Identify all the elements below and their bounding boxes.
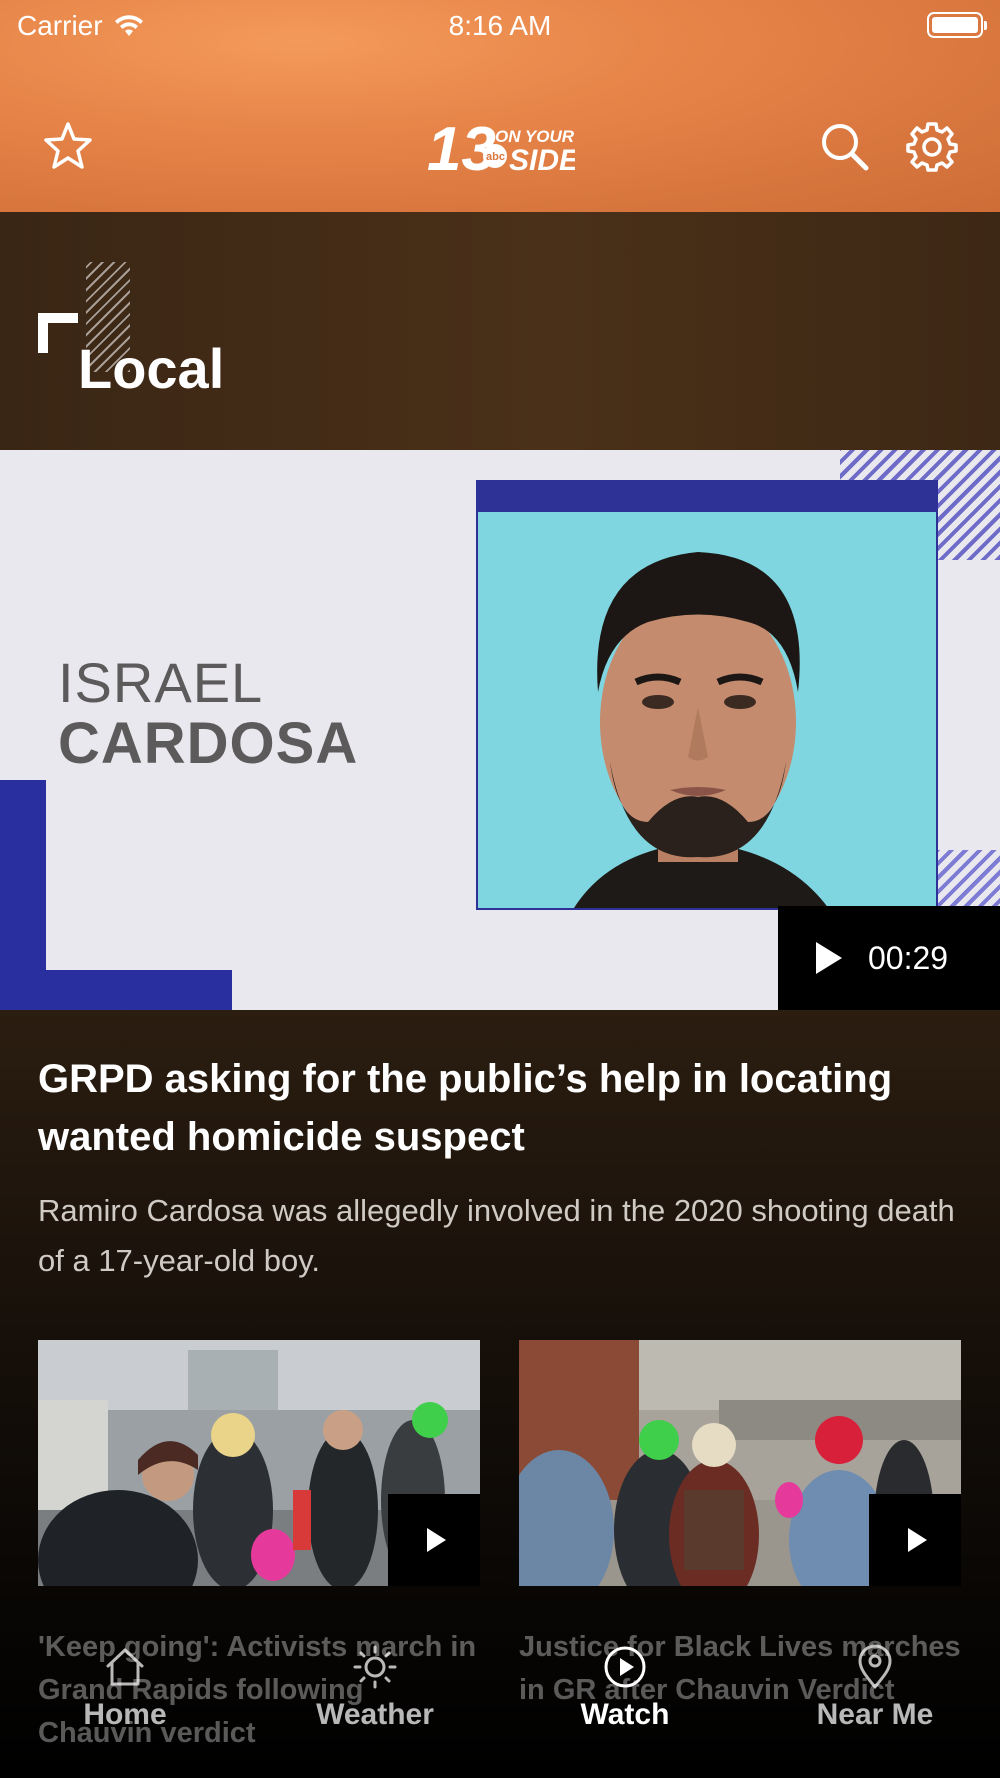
location-pin-icon — [858, 1644, 892, 1689]
section-corner-decoration — [38, 313, 78, 353]
home-icon — [106, 1648, 144, 1686]
play-circle-icon — [604, 1646, 646, 1688]
video-card-thumbnail[interactable] — [519, 1340, 961, 1586]
svg-text:13: 13 — [427, 115, 496, 178]
sun-icon — [353, 1645, 397, 1689]
section-header — [0, 212, 1000, 450]
tab-label: Near Me — [816, 1698, 934, 1731]
card-play-button[interactable] — [388, 1494, 480, 1586]
tab-weather[interactable]: Weather — [250, 1644, 500, 1732]
play-icon — [816, 942, 842, 974]
graphic-last-name: CARDOSA — [58, 711, 359, 776]
suspect-photo-frame — [476, 480, 938, 910]
bottom-tab-bar: Home Weather Watch Near Me — [0, 1620, 1000, 1778]
tab-watch[interactable]: Watch — [500, 1644, 750, 1732]
suspect-photo — [478, 512, 936, 908]
tab-label: Weather — [316, 1698, 434, 1731]
hero-video-thumbnail[interactable]: ISRAEL CARDOSA 00:29 — [0, 450, 1000, 1010]
story-headline[interactable]: GRPD asking for the public’s help in loc… — [38, 1050, 968, 1166]
portrait-illustration — [574, 552, 829, 908]
video-card-thumbnail[interactable] — [38, 1340, 480, 1586]
svg-text:SIDE: SIDE — [509, 144, 575, 177]
status-time: 8:16 AM — [448, 10, 552, 41]
status-bar: Carrier 8:16 AM — [0, 0, 1000, 50]
play-icon — [907, 1528, 927, 1552]
station-logo[interactable]: 13 abc ON YOUR SIDE — [425, 112, 580, 184]
battery-icon — [927, 12, 987, 38]
play-icon — [426, 1528, 446, 1552]
tab-label: Watch — [580, 1698, 670, 1731]
graphic-first-name: ISRAEL — [58, 651, 264, 714]
svg-text:abc: abc — [486, 151, 505, 163]
tab-label: Home — [83, 1698, 167, 1731]
search-icon[interactable] — [816, 118, 872, 174]
section-title: Local — [78, 337, 225, 400]
app-header: Carrier 8:16 AM 13 abc ON YOUR SIDE — [0, 0, 1000, 212]
blue-bar-decoration — [0, 970, 232, 1010]
gear-icon[interactable] — [904, 118, 960, 174]
story-summary: Ramiro Cardosa was allegedly involved in… — [38, 1193, 955, 1278]
video-play-badge[interactable]: 00:29 — [778, 906, 1000, 1010]
tab-near-me[interactable]: Near Me — [750, 1644, 1000, 1732]
tab-home[interactable]: Home — [0, 1644, 250, 1732]
star-icon[interactable] — [40, 118, 96, 174]
card-play-button[interactable] — [869, 1494, 961, 1586]
video-duration: 00:29 — [868, 939, 949, 976]
